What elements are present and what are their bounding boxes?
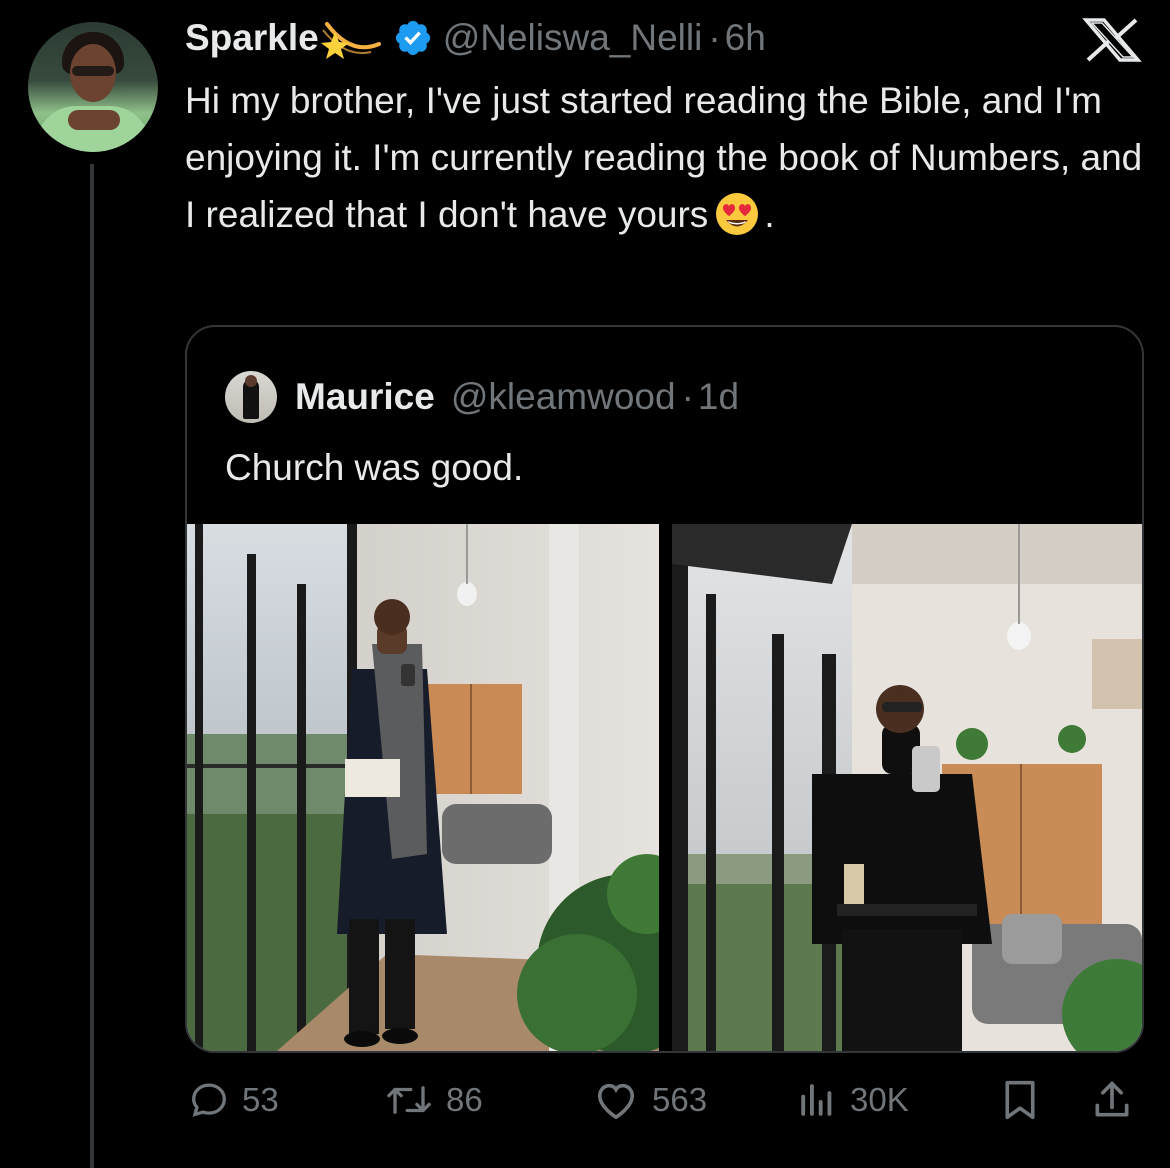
quote-author-name[interactable]: Maurice: [295, 376, 435, 418]
quote-time[interactable]: 1d: [698, 376, 739, 418]
post-time[interactable]: 6h: [725, 17, 766, 59]
quote-avatar[interactable]: [225, 371, 277, 423]
quoted-tweet[interactable]: Maurice @kleamwood · 1d Church was good.: [185, 325, 1144, 1053]
views-button[interactable]: 30K: [796, 1075, 909, 1125]
quote-time-separator: ·: [681, 376, 694, 417]
time-separator: ·: [708, 17, 721, 58]
like-count: 563: [652, 1081, 708, 1118]
share-button[interactable]: [1090, 1075, 1146, 1125]
tweet-text: Hi my brother, I've just started reading…: [185, 72, 1145, 243]
heart-eyes-emoji-icon: [716, 193, 759, 235]
shooting-star-icon: [320, 22, 381, 59]
tweet-body: Hi my brother, I've just started reading…: [185, 80, 1143, 235]
quote-photo-1[interactable]: [187, 524, 659, 1051]
quote-text: Church was good.: [225, 447, 524, 488]
author-name[interactable]: Sparkle: [185, 17, 319, 59]
action-bar: 53 86 563 30K: [0, 1075, 1170, 1125]
reply-count: 53: [242, 1081, 279, 1118]
retweet-count: 86: [446, 1081, 483, 1118]
author-handle[interactable]: @Neliswa_Nelli: [443, 17, 703, 59]
bookmark-icon: [1005, 1080, 1035, 1120]
x-logo-icon[interactable]: [1082, 18, 1142, 62]
quote-author-handle[interactable]: @kleamwood: [451, 376, 676, 418]
tweet-text-end: .: [764, 194, 775, 235]
tweet-header: Sparkle @Neliswa_Nelli · 6h: [185, 14, 766, 62]
thread-line: [90, 164, 94, 1168]
like-button[interactable]: 563: [592, 1075, 707, 1125]
quote-header: Maurice @kleamwood · 1d: [225, 367, 739, 427]
quote-photo-2[interactable]: [672, 524, 1142, 1051]
heart-icon: [597, 1083, 635, 1120]
author-avatar[interactable]: [28, 22, 158, 152]
reply-icon: [192, 1083, 226, 1117]
share-icon: [1095, 1081, 1129, 1117]
retweet-icon: [387, 1086, 431, 1114]
bookmark-button[interactable]: [1000, 1075, 1052, 1125]
reply-button[interactable]: 53: [188, 1075, 279, 1125]
verified-badge-icon: [395, 20, 430, 56]
views-icon: [801, 1084, 832, 1116]
view-count: 30K: [850, 1081, 909, 1118]
retweet-button[interactable]: 86: [384, 1075, 483, 1125]
